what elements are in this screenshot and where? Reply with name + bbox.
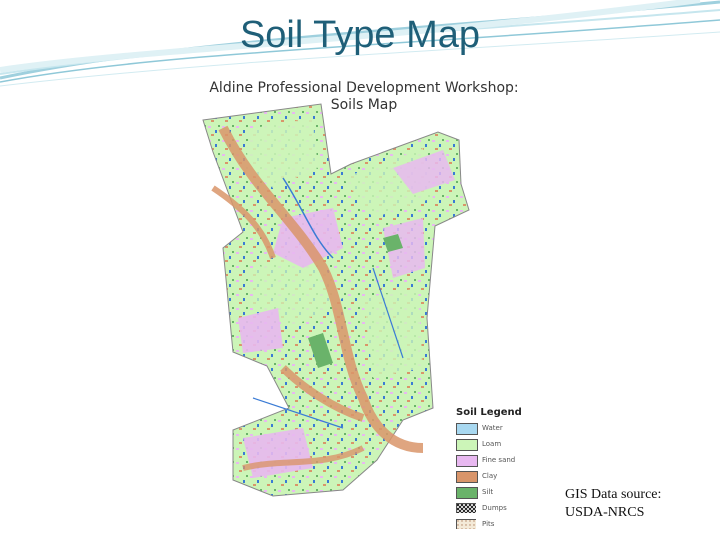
legend-label: Pits xyxy=(482,520,495,528)
legend-swatch-water xyxy=(456,423,478,435)
legend-swatch-silt xyxy=(456,487,478,499)
legend-label: Loam xyxy=(482,440,502,448)
legend-swatch-pits xyxy=(456,519,476,529)
slide-title: Soil Type Map xyxy=(239,14,481,56)
legend-swatch-loam xyxy=(456,439,478,451)
map-title: Aldine Professional Development Workshop… xyxy=(193,80,535,114)
legend-swatch-fine-sand xyxy=(456,455,478,467)
legend-label: Fine sand xyxy=(482,456,516,464)
legend-label: Dumps xyxy=(482,504,507,512)
soil-map-graphic xyxy=(202,103,470,497)
legend-swatch-clay xyxy=(456,471,478,483)
legend-swatch-dumps xyxy=(456,503,476,513)
soil-map: Aldine Professional Development Workshop… xyxy=(193,68,535,536)
data-source-note: GIS Data source: USDA-NRCS xyxy=(565,486,661,522)
legend-label: Water xyxy=(482,424,503,432)
legend-label: Silt xyxy=(482,488,494,496)
legend-title: Soil Legend xyxy=(456,407,522,418)
map-title-line1: Aldine Professional Development Workshop… xyxy=(209,80,519,96)
source-line1: GIS Data source: xyxy=(565,487,662,502)
map-title-line2: Soils Map xyxy=(330,97,398,113)
slide: Soil Type Map Aldine Professional Develo… xyxy=(0,0,720,540)
source-line2: USDA-NRCS xyxy=(565,505,645,520)
legend-label: Clay xyxy=(482,472,498,480)
